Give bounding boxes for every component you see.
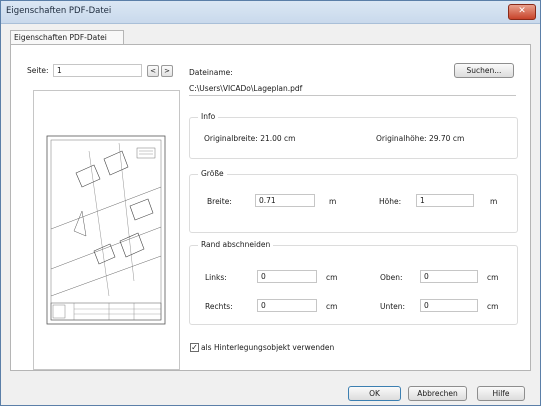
size-group: Größe Breite: 0.71 m Höhe: 1 m	[189, 169, 518, 233]
crop-left-unit: cm	[326, 273, 338, 282]
crop-top-label: Oben:	[380, 273, 403, 282]
page-input[interactable]: 1	[53, 64, 142, 77]
button-bar: OK Abbrechen Hilfe	[1, 372, 540, 405]
title-bar: Eigenschaften PDF-Datei ✕	[1, 1, 540, 24]
background-object-checkbox[interactable]: ✓	[190, 343, 199, 352]
close-button[interactable]: ✕	[508, 4, 536, 20]
help-button[interactable]: Hilfe	[477, 386, 525, 401]
crop-left-label: Links:	[205, 273, 227, 282]
site-plan-thumbnail	[46, 135, 166, 325]
crop-right-input[interactable]: 0	[257, 299, 317, 312]
crop-bottom-label: Unten:	[380, 302, 406, 311]
crop-title: Rand abschneiden	[198, 240, 274, 249]
filename-label: Dateiname:	[189, 68, 233, 77]
crop-top-unit: cm	[487, 273, 499, 282]
window-title: Eigenschaften PDF-Datei	[6, 6, 112, 16]
next-page-button[interactable]: >	[161, 65, 173, 77]
height-label: Höhe:	[379, 197, 402, 206]
crop-right-unit: cm	[326, 302, 338, 311]
dialog-window: Eigenschaften PDF-Datei ✕ Eigenschaften …	[0, 0, 541, 406]
original-height: Originalhöhe: 29.70 cm	[376, 134, 465, 143]
tab-eigenschaften[interactable]: Eigenschaften PDF-Datei	[10, 30, 124, 44]
width-input[interactable]: 0.71	[255, 194, 315, 207]
background-object-label: als Hinterlegungsobjekt verwenden	[201, 343, 335, 352]
crop-group: Rand abschneiden Links: 0 cm Oben: 0 cm …	[189, 240, 518, 325]
height-input[interactable]: 1	[416, 194, 474, 207]
width-label: Breite:	[207, 197, 232, 206]
width-unit: m	[329, 197, 337, 206]
tab-label: Eigenschaften PDF-Datei	[14, 33, 107, 42]
ok-button[interactable]: OK	[348, 386, 401, 401]
prev-page-button[interactable]: <	[147, 65, 159, 77]
crop-left-input[interactable]: 0	[257, 270, 317, 283]
tab-panel: Seite: 1 < > Dateiname: Suchen... C:\Use…	[10, 44, 531, 371]
info-group: Info Originalbreite: 21.00 cm Originalhö…	[189, 112, 518, 159]
cancel-button[interactable]: Abbrechen	[408, 386, 467, 401]
filename-underline	[189, 95, 516, 96]
crop-bottom-input[interactable]: 0	[420, 299, 478, 312]
height-unit: m	[490, 197, 498, 206]
page-label: Seite:	[27, 66, 49, 75]
crop-right-label: Rechts:	[205, 302, 233, 311]
close-icon: ✕	[518, 6, 526, 16]
original-width: Originalbreite: 21.00 cm	[204, 134, 296, 143]
pdf-preview	[33, 90, 180, 370]
info-title: Info	[198, 112, 219, 121]
crop-top-input[interactable]: 0	[420, 270, 478, 283]
crop-bottom-unit: cm	[487, 302, 499, 311]
filename-value: C:\Users\VICADo\Lageplan.pdf	[189, 84, 303, 93]
browse-button[interactable]: Suchen...	[454, 63, 514, 78]
size-title: Größe	[198, 169, 227, 178]
